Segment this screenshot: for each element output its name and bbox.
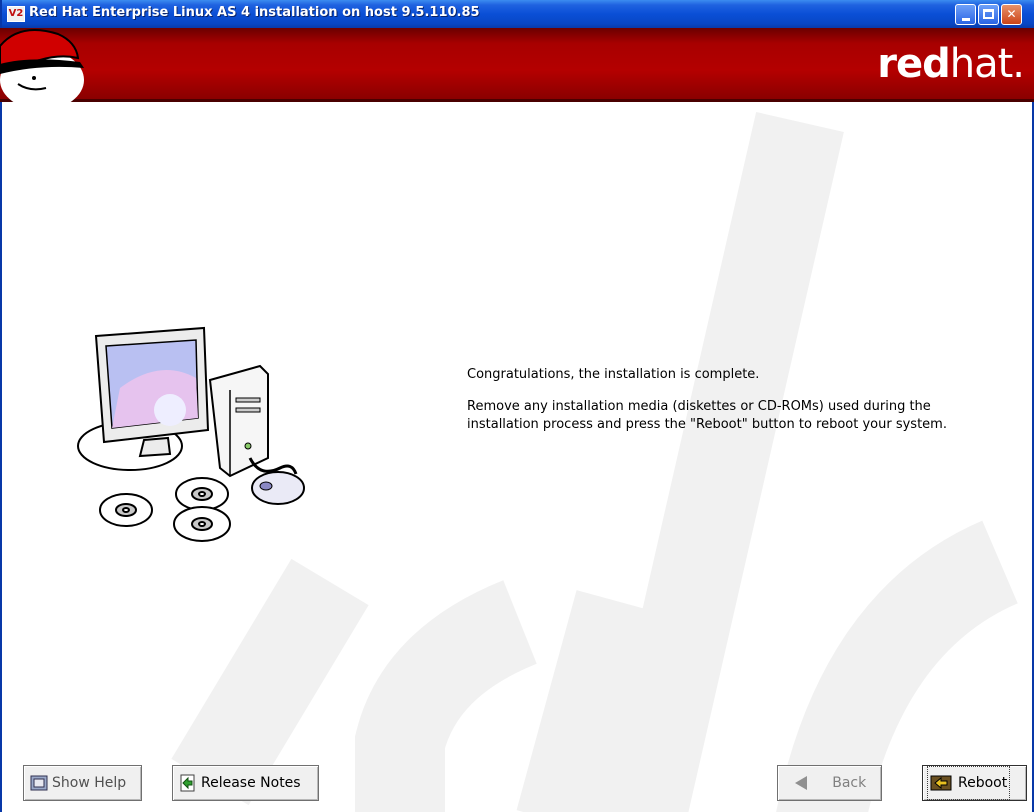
minimize-icon [962, 18, 970, 21]
vnc-app-icon[interactable]: V2 [7, 6, 25, 22]
completion-message: Congratulations, the installation is com… [467, 366, 987, 434]
message-instructions: Remove any installation media (diskettes… [467, 399, 947, 432]
show-help-button[interactable]: Show Help [23, 765, 142, 801]
reboot-focus-ring: Reboot [927, 766, 1011, 800]
release-notes-button[interactable]: Release Notes [172, 765, 319, 801]
left-arrow-icon [794, 776, 807, 790]
notes-arrow-icon [180, 774, 195, 792]
show-help-label: Show Help [52, 775, 127, 791]
window-frame-left [0, 102, 2, 812]
redhat-wordmark: redhat. [877, 41, 1025, 87]
minimize-button[interactable] [955, 4, 976, 25]
help-book-icon [30, 775, 48, 791]
maximize-button[interactable] [978, 4, 999, 25]
reboot-icon [930, 775, 952, 791]
message-congratulations: Congratulations, the installation is com… [467, 367, 760, 382]
reboot-button[interactable]: Reboot [922, 765, 1027, 801]
shadowman-logo-icon [0, 29, 84, 102]
back-label: Back [832, 775, 867, 791]
window-titlebar[interactable]: V2 Red Hat Enterprise Linux AS 4 install… [0, 0, 1034, 28]
close-icon: ✕ [1006, 7, 1017, 21]
redhat-banner: redhat. [0, 28, 1034, 102]
close-button[interactable]: ✕ [1001, 4, 1022, 25]
window-title: Red Hat Enterprise Linux AS 4 installati… [29, 5, 480, 20]
release-notes-label: Release Notes [201, 775, 301, 791]
back-button[interactable]: Back [777, 765, 882, 801]
maximize-icon [983, 9, 994, 19]
reboot-label: Reboot [958, 775, 1008, 791]
computer-with-cds-illustration [77, 326, 305, 542]
